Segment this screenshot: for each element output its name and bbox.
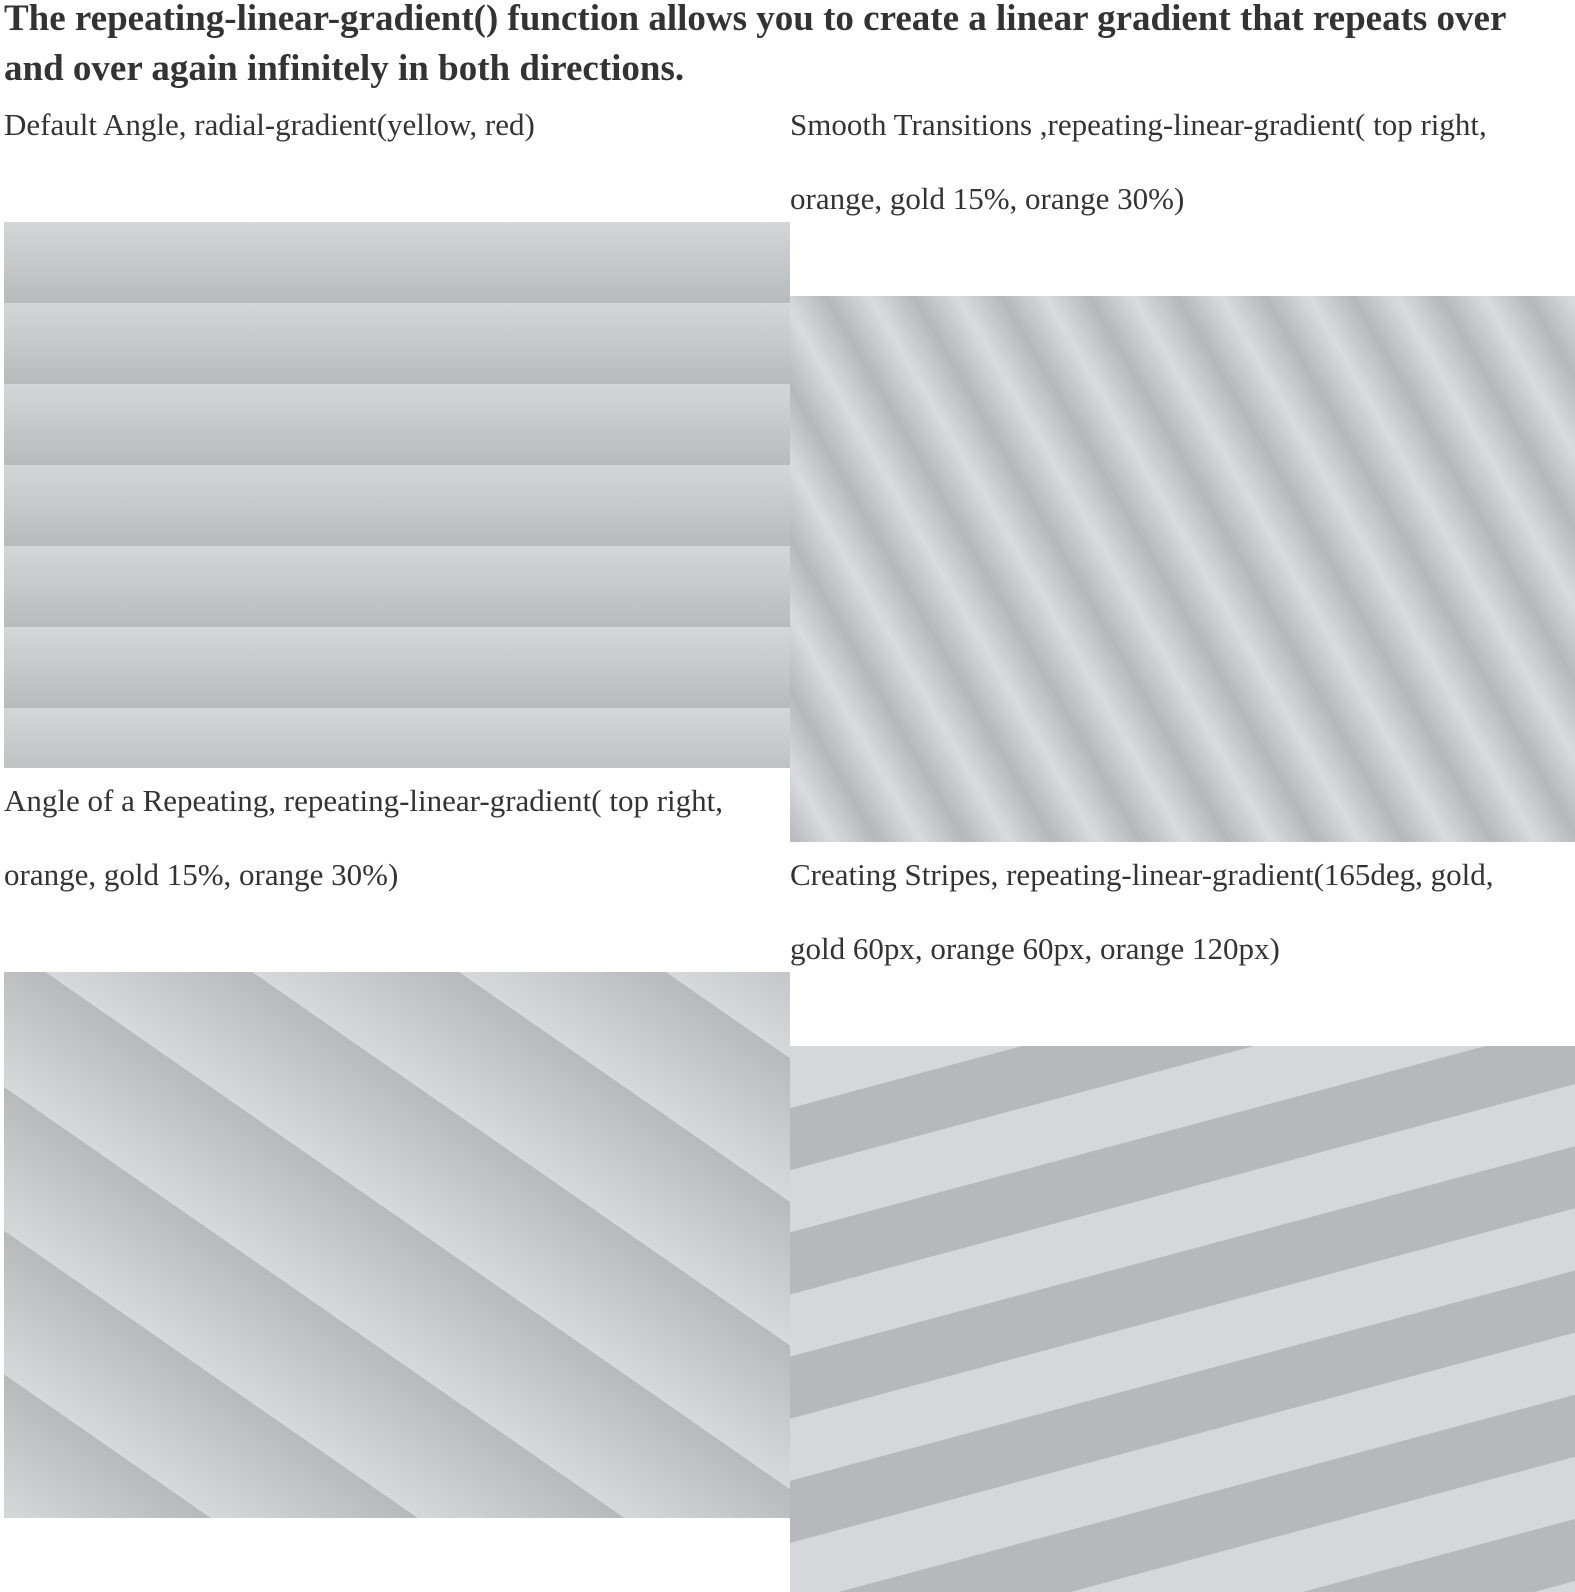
gradient-swatch-default-angle — [4, 222, 790, 768]
example-caption: Smooth Transitions ,repeating-linear-gra… — [790, 107, 1487, 216]
example-angle-of-repeating: Angle of a Repeating, repeating-linear-g… — [4, 778, 790, 1518]
gradient-swatch-creating-stripes — [790, 1046, 1575, 1592]
example-smooth-transitions: Smooth Transitions ,repeating-linear-gra… — [790, 102, 1575, 842]
example-caption: Default Angle, radial-gradient(yellow, r… — [4, 107, 535, 142]
example-caption: Creating Stripes, repeating-linear-gradi… — [790, 857, 1494, 966]
example-creating-stripes: Creating Stripes, repeating-linear-gradi… — [790, 852, 1575, 1592]
page-title: The repeating-linear-gradient() function… — [4, 0, 1506, 89]
gradient-swatch-smooth-transitions — [790, 296, 1575, 842]
gradient-swatch-angle-of-repeating — [4, 972, 790, 1518]
example-caption: Angle of a Repeating, repeating-linear-g… — [4, 783, 723, 892]
example-default-angle: Default Angle, radial-gradient(yellow, r… — [4, 102, 790, 768]
